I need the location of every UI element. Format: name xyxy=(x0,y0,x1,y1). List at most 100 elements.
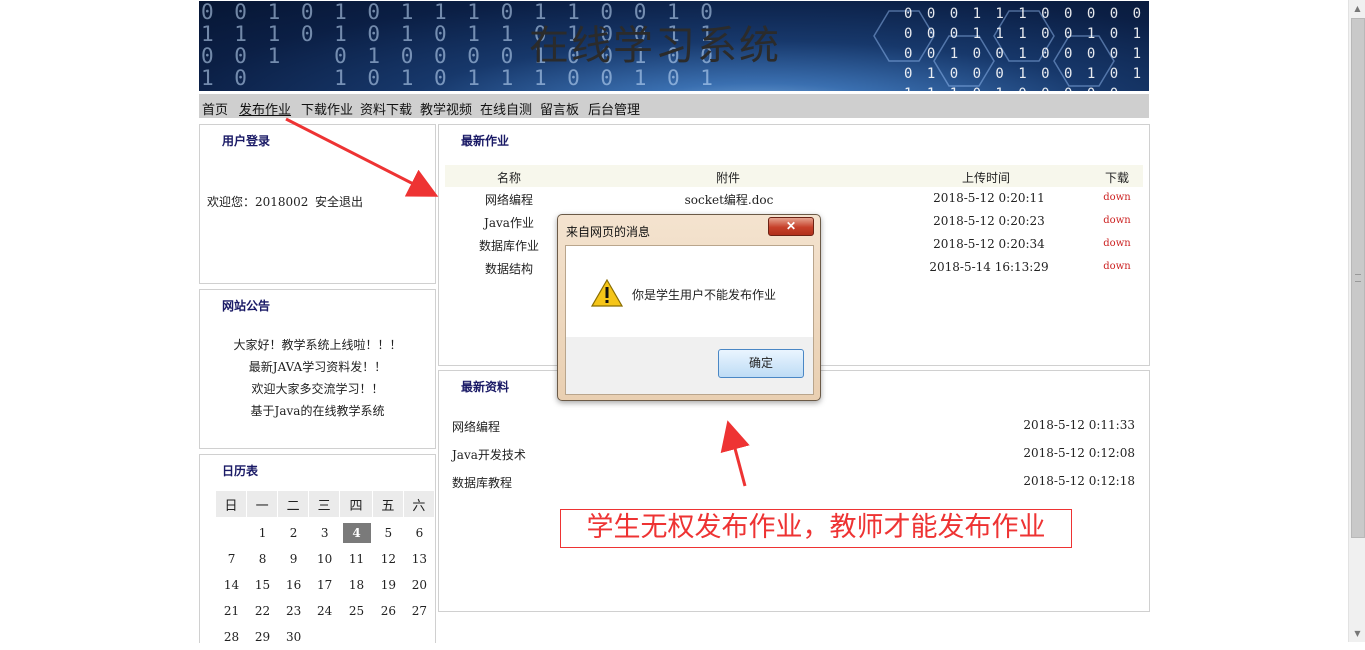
message-dialog: 来自网页的消息 ✕ 你是学生用户不能发布作业 确定 xyxy=(557,214,821,401)
calendar-day xyxy=(309,624,340,650)
notice-item: 基于Java的在线教学系统 xyxy=(250,404,385,418)
homework-upload-time: 2018-5-12 0:20:23 xyxy=(933,214,1045,228)
notice-panel: 网站公告 大家好！教学系统上线啦！！！ 最新JAVA学习资料发！！ 欢迎大家多交… xyxy=(199,289,436,449)
column-header-download: 下载 xyxy=(1105,171,1130,185)
calendar-day[interactable]: 12 xyxy=(373,546,404,572)
weekday-header: 三 xyxy=(309,491,341,517)
nav-admin[interactable]: 后台管理 xyxy=(588,99,640,118)
calendar-day[interactable]: 2 xyxy=(278,517,309,546)
dialog-message: 你是学生用户不能发布作业 xyxy=(632,288,777,302)
nav-teaching-video[interactable]: 教学视频 xyxy=(420,99,472,118)
calendar-day[interactable]: 15 xyxy=(247,572,278,598)
calendar-day[interactable]: 7 xyxy=(216,546,247,572)
calendar-day[interactable]: 27 xyxy=(404,598,435,624)
download-link[interactable]: down xyxy=(1095,215,1139,226)
dialog-body: 你是学生用户不能发布作业 确定 xyxy=(565,245,814,395)
dialog-title: 来自网页的消息 xyxy=(566,225,651,239)
dialog-footer: 确定 xyxy=(566,337,813,394)
weekday-header: 一 xyxy=(247,491,279,517)
nav-download-homework[interactable]: 下载作业 xyxy=(301,99,353,118)
annotation-note: 学生无权发布作业，教师才能发布作业 xyxy=(560,509,1072,548)
vertical-scrollbar[interactable]: ▲ ▼ xyxy=(1348,0,1365,642)
scrollbar-thumb[interactable] xyxy=(1351,18,1365,538)
calendar-day[interactable]: 24 xyxy=(309,598,340,624)
calendar-day[interactable]: 6 xyxy=(404,517,435,546)
nav-home[interactable]: 首页 xyxy=(202,99,228,118)
login-panel: 用户登录 欢迎您：2018002 安全退出 xyxy=(199,124,436,284)
calendar-day[interactable]: 25 xyxy=(340,598,373,624)
calendar-day[interactable]: 16 xyxy=(278,572,309,598)
homework-name: 网络编程 xyxy=(484,193,533,207)
calendar-day[interactable]: 28 xyxy=(216,624,247,650)
dialog-close-button[interactable]: ✕ xyxy=(768,217,814,236)
resource-time: 2018-5-12 0:12:18 xyxy=(1023,474,1135,488)
scroll-down-arrow-icon[interactable]: ▼ xyxy=(1349,625,1365,642)
notice-title: 网站公告 xyxy=(222,299,271,313)
calendar-day[interactable]: 19 xyxy=(373,572,404,598)
homework-upload-time: 2018-5-12 0:20:11 xyxy=(933,191,1045,205)
calendar-day xyxy=(216,517,247,546)
calendar-day[interactable]: 9 xyxy=(278,546,309,572)
homework-table-header xyxy=(445,165,1143,187)
calendar-day xyxy=(373,624,404,650)
grip-icon xyxy=(1355,274,1361,282)
calendar-day[interactable]: 3 xyxy=(309,517,340,546)
calendar-day xyxy=(340,624,373,650)
notice-item: 欢迎大家多交流学习！！ xyxy=(251,382,384,396)
ok-button[interactable]: 确定 xyxy=(718,349,804,378)
resources-panel: 最新资料 网络编程 2018-5-12 0:11:33 Java开发技术 2018-5… xyxy=(438,370,1150,612)
calendar-day[interactable]: 18 xyxy=(340,572,373,598)
resource-time: 2018-5-12 0:12:08 xyxy=(1023,446,1135,460)
resource-name[interactable]: Java开发技术 xyxy=(452,446,526,463)
banner-binary-right: 0 0 0 1 1 1 0 0 0 0 0 0 0 0 0 1 1 1 0 0 … xyxy=(904,6,1145,91)
notice-item: 最新JAVA学习资料发！！ xyxy=(248,360,387,374)
nav-publish-homework[interactable]: 发布作业 xyxy=(239,99,291,118)
resource-time: 2018-5-12 0:11:33 xyxy=(1023,418,1135,432)
calendar-day[interactable]: 29 xyxy=(247,624,278,650)
nav-online-test[interactable]: 在线自测 xyxy=(480,99,532,118)
scroll-up-arrow-icon[interactable]: ▲ xyxy=(1349,0,1365,17)
download-link[interactable]: down xyxy=(1095,192,1139,203)
welcome-text: 欢迎您：2018002 xyxy=(207,195,309,209)
close-icon: ✕ xyxy=(785,219,797,233)
calendar-day[interactable]: 13 xyxy=(404,546,435,572)
calendar-day[interactable]: 23 xyxy=(278,598,309,624)
calendar-day[interactable]: 30 xyxy=(278,624,309,650)
calendar-grid: 日一二三四五六 1 2 3 4 5 6 7 8 9 10 11 12 13 14 15 16 17 18 19 20 2… xyxy=(216,491,435,650)
calendar-day[interactable]: 4 xyxy=(340,517,373,546)
login-title: 用户登录 xyxy=(222,134,271,148)
nav-message-board[interactable]: 留言板 xyxy=(540,99,579,118)
calendar-day[interactable]: 14 xyxy=(216,572,247,598)
calendar-day[interactable]: 22 xyxy=(247,598,278,624)
calendar-day[interactable]: 26 xyxy=(373,598,404,624)
homework-title: 最新作业 xyxy=(461,134,510,148)
calendar-day[interactable]: 21 xyxy=(216,598,247,624)
calendar-day[interactable]: 5 xyxy=(373,517,404,546)
calendar-panel: 日历表 日一二三四五六 1 2 3 4 5 6 7 8 9 10 11 12 13 14 15 16 17 18 1… xyxy=(199,454,436,644)
calendar-day[interactable]: 1 xyxy=(247,517,278,546)
warning-icon xyxy=(591,279,623,307)
calendar-day[interactable]: 10 xyxy=(309,546,340,572)
column-header-name: 名称 xyxy=(497,171,522,185)
weekday-header: 六 xyxy=(403,491,435,517)
download-link[interactable]: down xyxy=(1095,238,1139,249)
calendar-day xyxy=(404,624,435,650)
site-title: 在线学习系统 xyxy=(529,23,781,69)
calendar-today[interactable]: 4 xyxy=(342,523,371,543)
calendar-day[interactable]: 17 xyxy=(309,572,340,598)
logout-link[interactable]: 安全退出 xyxy=(315,193,363,210)
download-link[interactable]: down xyxy=(1095,261,1139,272)
resource-name[interactable]: 网络编程 xyxy=(452,418,500,435)
calendar-day[interactable]: 8 xyxy=(247,546,278,572)
calendar-day[interactable]: 20 xyxy=(404,572,435,598)
notice-item: 大家好！教学系统上线啦！！！ xyxy=(233,338,402,352)
homework-attachment[interactable]: socket编程.doc xyxy=(619,191,839,208)
homework-upload-time: 2018-5-12 0:20:34 xyxy=(933,237,1045,251)
resource-name[interactable]: 数据库教程 xyxy=(452,474,512,491)
weekday-header: 二 xyxy=(278,491,310,517)
calendar-title: 日历表 xyxy=(222,464,259,478)
site-banner: 0 0 1 0 1 0 1 1 1 0 1 1 0 0 1 0 1 1 1 0 … xyxy=(199,1,1149,91)
nav-resource-download[interactable]: 资料下载 xyxy=(360,99,412,118)
main-nav: 首页 发布作业 下载作业 资料下载 教学视频 在线自测 留言板 后台管理 xyxy=(199,94,1149,118)
calendar-day[interactable]: 11 xyxy=(340,546,373,572)
